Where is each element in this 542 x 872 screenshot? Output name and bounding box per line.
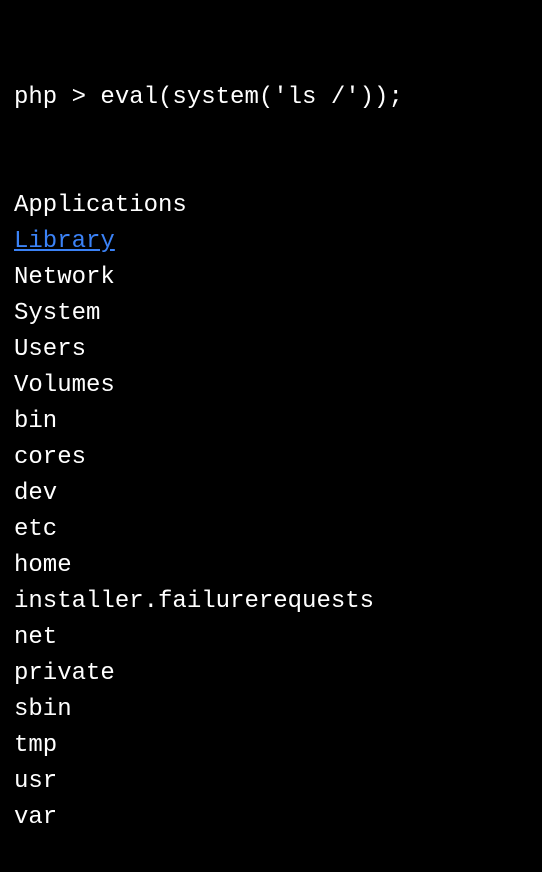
terminal-output-line: bin <box>14 404 528 440</box>
terminal-output-line: sbin <box>14 692 528 728</box>
terminal-output-line: Network <box>14 260 528 296</box>
terminal-output-line: System <box>14 296 528 332</box>
terminal-output-line: etc <box>14 512 528 548</box>
terminal-output-line: home <box>14 548 528 584</box>
terminal-output-line: var <box>14 800 528 836</box>
terminal-output-line: Applications <box>14 188 528 224</box>
terminal-output-line: tmp <box>14 728 528 764</box>
terminal-output-line: cores <box>14 440 528 476</box>
terminal-output-line: net <box>14 620 528 656</box>
terminal-output-line: installer.failurerequests <box>14 584 528 620</box>
directory-link[interactable]: Library <box>14 228 115 255</box>
terminal-output-line: Users <box>14 332 528 368</box>
terminal-prompt-line: php > eval(system('ls /')); <box>14 80 528 116</box>
terminal-output-line: usr <box>14 764 528 800</box>
terminal-output-line: private <box>14 656 528 692</box>
terminal-output-line: Volumes <box>14 368 528 404</box>
terminal-output: Applications Library NetworkSystemUsersVol… <box>14 188 528 836</box>
terminal-output-line[interactable]: Library <box>14 224 528 260</box>
terminal-output-line: dev <box>14 476 528 512</box>
terminal-window: php > eval(system('ls /')); Applications… <box>14 8 528 872</box>
